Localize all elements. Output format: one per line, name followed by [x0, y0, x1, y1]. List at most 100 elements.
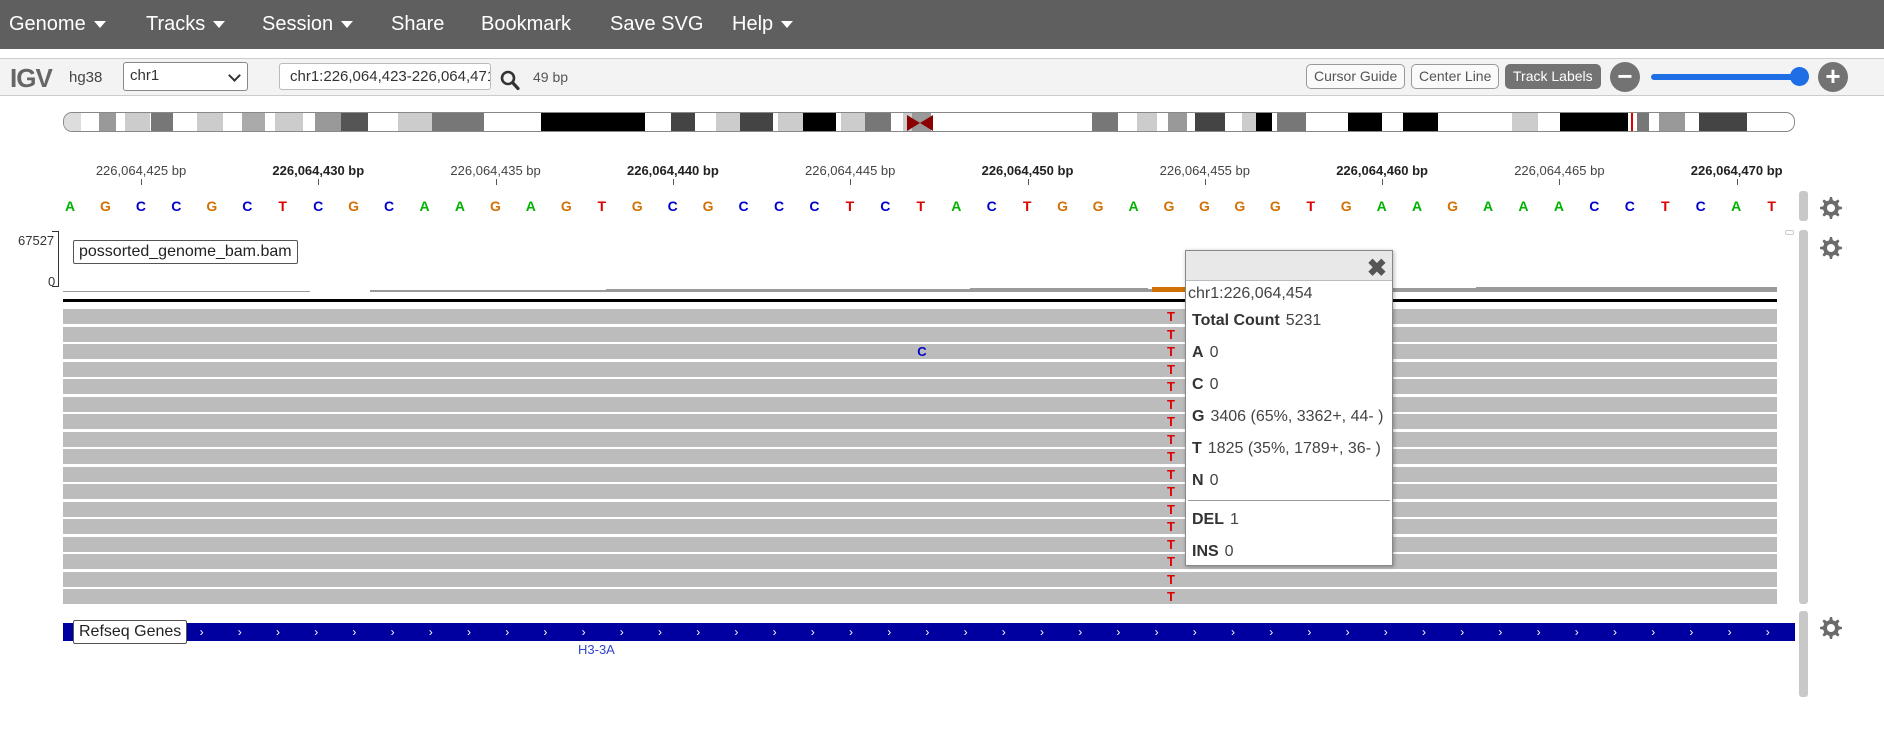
navigation-bar: IGV hg38 chr1 chr1:226,064,423-226,064,4…	[0, 58, 1884, 96]
sequence-base: T	[1306, 198, 1316, 214]
menu-session-label: Session	[262, 13, 334, 35]
menu-save-svg-label: Save SVG	[610, 13, 704, 35]
ruler-tick	[141, 179, 142, 185]
alignment-track-label[interactable]: possorted_genome_bam.bam	[73, 240, 298, 264]
popup-base-value: 0	[1209, 376, 1219, 393]
alignment-read[interactable]	[63, 536, 1777, 552]
menu-help[interactable]: Help	[732, 0, 794, 49]
popup-del-label: DEL	[1192, 511, 1224, 528]
alignment-read[interactable]	[63, 396, 1777, 412]
zoom-slider[interactable]	[1651, 74, 1809, 80]
mismatch-base: T	[1167, 554, 1175, 569]
alignment-read[interactable]	[63, 589, 1777, 604]
alignment-read[interactable]	[63, 501, 1777, 517]
sequence-base: A	[1731, 198, 1742, 214]
zoom-slider-handle[interactable]	[1790, 67, 1809, 86]
popup-base-label: A	[1192, 344, 1204, 361]
popup-header: ✖	[1186, 251, 1392, 283]
alignment-read[interactable]	[63, 361, 1777, 377]
strand-chevron-icon: ›	[1536, 625, 1541, 639]
ruler-tick-label: 226,064,470 bp	[1690, 163, 1783, 178]
ideogram-band	[716, 113, 741, 131]
sequence-base: T	[278, 198, 287, 214]
menu-tracks[interactable]: Tracks	[146, 0, 226, 49]
chromosome-ideogram[interactable]	[63, 112, 1795, 132]
ideogram-band	[340, 113, 369, 131]
strand-chevron-icon: ›	[276, 625, 280, 639]
strand-chevron-icon: ›	[1040, 625, 1044, 639]
ideogram-band	[98, 113, 116, 131]
sequence-base: C	[809, 198, 820, 214]
alignment-read[interactable]	[63, 466, 1777, 482]
sequence-base: C	[1589, 198, 1600, 214]
strand-chevron-icon: ›	[543, 625, 548, 639]
search-icon[interactable]	[500, 69, 520, 91]
sequence-base: A	[1376, 198, 1387, 214]
sequence-base: A	[454, 198, 465, 214]
refseq-track-label[interactable]: Refseq Genes	[73, 620, 188, 644]
alignment-read[interactable]	[63, 379, 1777, 394]
ruler-tick-label: 226,064,460 bp	[1336, 163, 1428, 178]
refseq-gene-feature[interactable]: › › › › › › › › › › › › › › › › › › › › › › › › › › › › › › › › › › › › › › › ›…	[63, 623, 1795, 641]
alignment-read[interactable]	[63, 431, 1777, 447]
ruler-tick	[672, 179, 674, 185]
menu-session[interactable]: Session	[262, 0, 354, 49]
refseq-gear-icon[interactable]	[1817, 615, 1843, 641]
sequence-base: G	[1163, 198, 1175, 214]
ideogram-band	[1403, 113, 1438, 131]
center-line-button[interactable]: Center Line	[1411, 64, 1500, 89]
zoom-in-icon[interactable]: +	[1818, 62, 1848, 92]
popup-total-value: 5231	[1285, 312, 1322, 329]
strand-chevron-icon: ›	[925, 625, 930, 639]
track-labels-button[interactable]: Track Labels	[1505, 64, 1601, 89]
menu-bookmark[interactable]: Bookmark	[481, 0, 571, 49]
coverage-bar	[1393, 288, 1476, 292]
ruler-tick-label: 226,064,465 bp	[1514, 163, 1605, 178]
strand-chevron-icon: ›	[505, 625, 510, 639]
alignment-read[interactable]	[63, 414, 1777, 429]
close-icon[interactable]: ✖	[1367, 254, 1387, 283]
strand-chevron-icon: ›	[1689, 625, 1694, 639]
chromosome-select-value: chr1	[130, 67, 160, 84]
chromosome-select[interactable]: chr1	[123, 62, 248, 91]
alignment-read[interactable]	[63, 309, 1777, 324]
scroll-indicator	[1785, 230, 1794, 235]
sequence-base: C	[383, 198, 395, 214]
strand-chevron-icon: ›	[1192, 625, 1197, 639]
sequence-base: C	[986, 198, 997, 214]
strand-chevron-icon: ›	[849, 625, 853, 639]
zoom-out-icon[interactable]: −	[1610, 62, 1640, 92]
menu-tracks-label: Tracks	[146, 13, 206, 35]
strand-chevron-icon: ›	[1269, 625, 1274, 639]
ideogram-band	[671, 113, 696, 131]
alignment-read[interactable]	[63, 326, 1777, 342]
gene-name-label[interactable]: H3-3A	[578, 642, 615, 657]
alignment-track-scrollbar[interactable]	[1799, 230, 1808, 604]
ideogram-band	[1276, 113, 1307, 131]
alignment-read[interactable]	[63, 554, 1777, 569]
ruler-tick	[495, 179, 497, 185]
ideogram-band	[1255, 113, 1272, 131]
locus-input[interactable]: chr1:226,064,423-226,064,471	[279, 63, 491, 90]
alignment-read[interactable]	[63, 449, 1777, 464]
current-region-marker	[1631, 113, 1634, 131]
sequence-base: C	[1695, 198, 1706, 214]
ruler-tick	[1382, 179, 1384, 185]
menu-save-svg[interactable]: Save SVG	[610, 0, 703, 49]
alignment-read[interactable]	[63, 484, 1777, 499]
sequence-base: G	[1057, 198, 1069, 214]
sequence-track-scrollbar[interactable]	[1799, 191, 1808, 221]
ideogram-band	[1195, 113, 1225, 131]
alignment-read[interactable]	[63, 519, 1777, 534]
sequence-gear-icon[interactable]	[1817, 195, 1843, 221]
alignment-gear-icon[interactable]	[1817, 235, 1843, 261]
menu-share[interactable]: Share	[391, 0, 444, 49]
refseq-track-scrollbar[interactable]	[1799, 611, 1808, 697]
popup-del-row: DEL 1	[1186, 504, 1392, 536]
cursor-guide-button[interactable]: Cursor Guide	[1306, 64, 1406, 89]
alignment-read[interactable]	[63, 571, 1777, 587]
ideogram-band	[314, 113, 341, 131]
menu-genome[interactable]: Genome	[9, 0, 106, 49]
popup-base-row: G 3406 (65%, 3362+, 44- )	[1186, 401, 1392, 433]
chevron-down-icon	[93, 21, 106, 28]
